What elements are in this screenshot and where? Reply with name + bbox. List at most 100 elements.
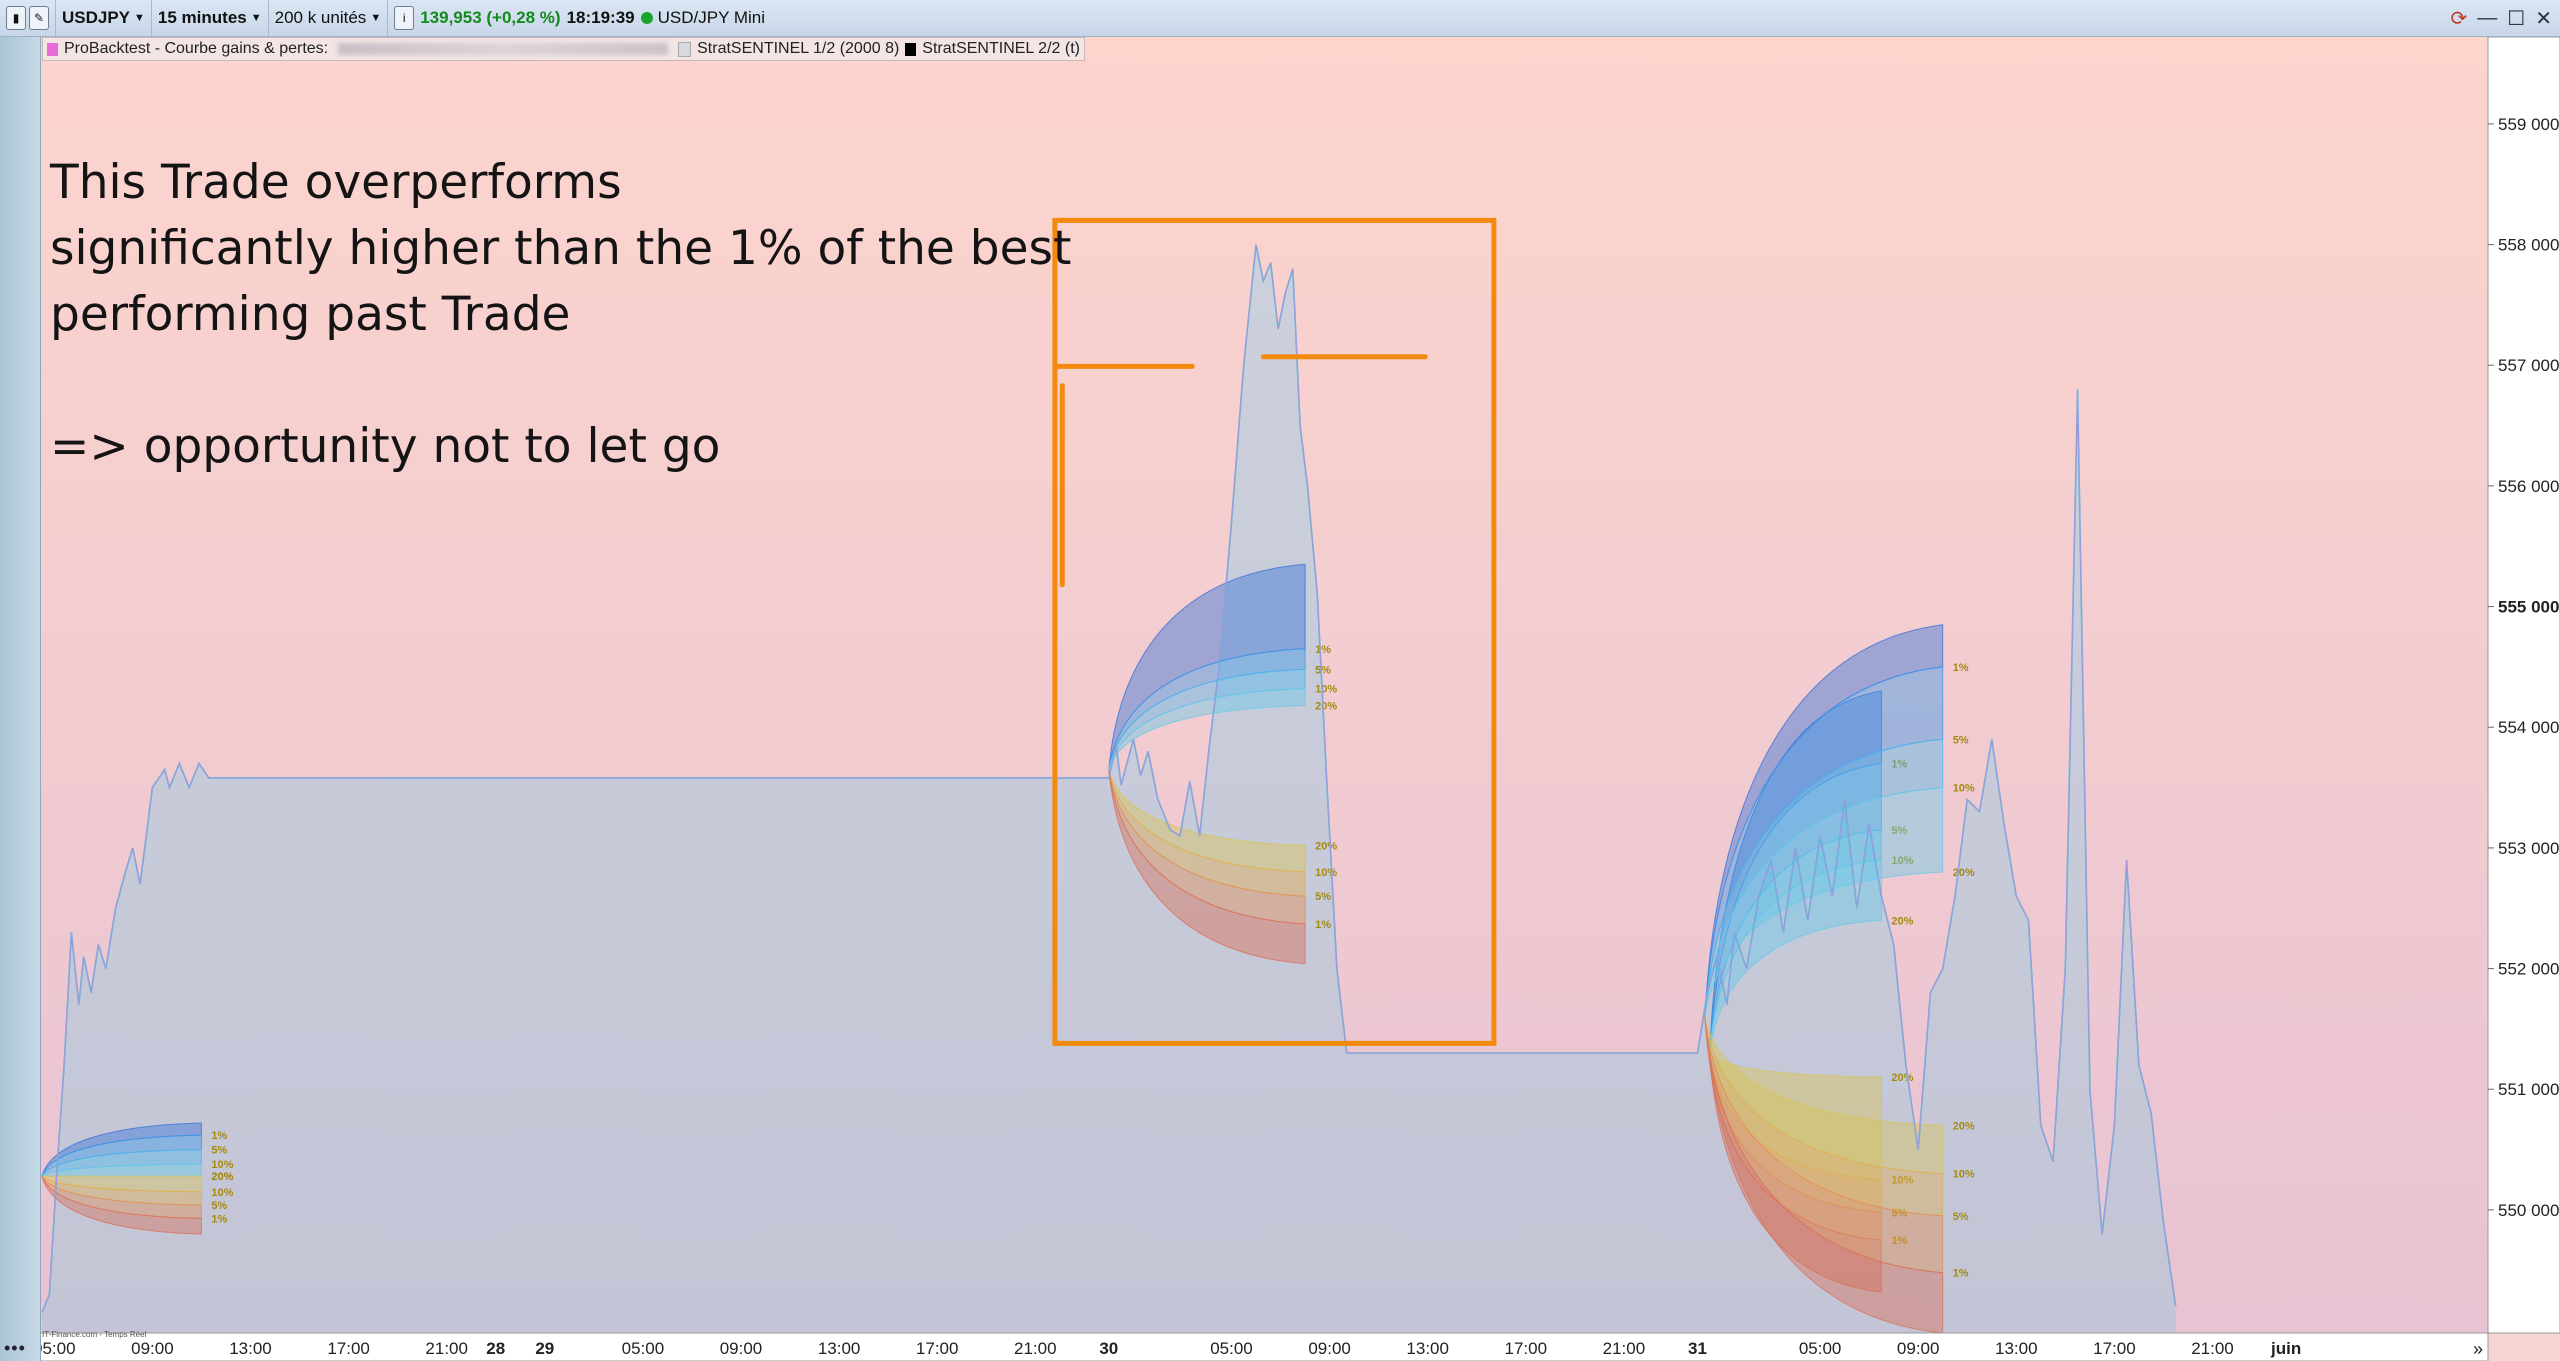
x-tick-label: 21:00 — [1014, 1339, 1057, 1358]
x-tick-label: 21:00 — [1603, 1339, 1646, 1358]
y-tick-label: 550 000 — [2498, 1201, 2559, 1220]
y-tick-label: 556 000 — [2498, 477, 2559, 496]
x-tick-label: 13:00 — [229, 1339, 272, 1358]
band-label: 10% — [1953, 783, 1975, 795]
y-tick-label: 557 000 — [2498, 356, 2559, 375]
y-tick-label: 555 000 — [2498, 598, 2559, 617]
band-label: 20% — [1891, 1072, 1913, 1084]
y-axis-panel[interactable] — [2487, 36, 2560, 1334]
maximize-button[interactable]: ☐ — [2507, 6, 2525, 31]
x-tick-label: 13:00 — [1995, 1339, 2038, 1358]
chart-legend: ProBacktest - Courbe gains & pertes: Str… — [42, 37, 1085, 61]
legend-series-2: StratSENTINEL 2/2 (t) — [922, 40, 1080, 57]
symbol-select[interactable]: USDJPY ▼ — [56, 0, 152, 36]
y-tick-label: 553 000 — [2498, 839, 2559, 858]
y-tick-label: 554 000 — [2498, 718, 2559, 737]
data-source-label: IT-Finance.com - Temps Réel — [42, 1330, 147, 1339]
band-label: 1% — [211, 1213, 227, 1225]
legend-swatch-icon — [678, 41, 692, 57]
x-tick-label: 17:00 — [1505, 1339, 1548, 1358]
annotation-line: performing past Trade — [50, 287, 571, 342]
x-tick-label: 21:00 — [425, 1339, 468, 1358]
clock-time: 18:19:39 — [566, 8, 635, 27]
band-label: 20% — [1953, 867, 1975, 879]
drawing-tools-icon[interactable]: ✎ — [29, 6, 49, 30]
legend-swatch-icon — [47, 42, 58, 56]
window-controls: ⟳ — ☐ ✕ — [2451, 0, 2552, 36]
annotation-line: => opportunity not to let go — [50, 419, 721, 474]
left-panel-strip[interactable]: • • • — [0, 37, 41, 1361]
status-dot-icon — [640, 12, 653, 24]
minimize-button[interactable]: — — [2477, 7, 2497, 30]
band-label: 5% — [1953, 734, 1969, 746]
price-change: 139,953 (+0,28 %) — [420, 8, 561, 27]
band-label: 20% — [1891, 915, 1913, 927]
x-tick-label: 09:00 — [1308, 1339, 1351, 1358]
legend-swatch-icon — [905, 42, 917, 56]
band-label: 10% — [1315, 867, 1337, 879]
band-label: 5% — [1315, 664, 1331, 676]
units-select[interactable]: 200 k unités ▼ — [269, 0, 389, 36]
quote-info: i 139,953 (+0,28 %) 18:19:39 USD/JPY Min… — [388, 0, 771, 36]
x-tick-label: 29 — [535, 1339, 554, 1358]
band-label: 5% — [1953, 1211, 1969, 1223]
band-label: 10% — [1953, 1169, 1975, 1181]
x-tick-label: 09:00 — [1897, 1339, 1940, 1358]
x-tick-label: 05:00 — [1210, 1339, 1253, 1358]
units-label: 200 k unités — [274, 8, 367, 27]
scroll-end-button[interactable]: » — [2473, 1339, 2483, 1359]
x-tick-label: 17:00 — [327, 1339, 370, 1358]
x-tick-label: 17:00 — [916, 1339, 959, 1358]
band-label: 1% — [1315, 644, 1331, 656]
x-tick-label: 09:00 — [720, 1339, 763, 1358]
band-label: 1% — [1953, 662, 1969, 674]
x-tick-label: 05:00 — [622, 1339, 665, 1358]
info-icon[interactable]: i — [394, 6, 415, 30]
band-label: 5% — [1315, 891, 1331, 903]
candles-icon[interactable]: ▮ — [6, 6, 26, 30]
y-tick-label: 552 000 — [2498, 960, 2559, 979]
annotation-line — [50, 348, 1071, 414]
band-label: 1% — [211, 1130, 227, 1142]
band-label: 5% — [211, 1145, 227, 1157]
timeframe-label: 15 minutes — [157, 8, 247, 27]
band-label: 10% — [211, 1187, 233, 1199]
x-tick-label: 17:00 — [2093, 1339, 2136, 1358]
x-tick-label: 21:00 — [2191, 1339, 2234, 1358]
y-tick-label: 551 000 — [2498, 1080, 2559, 1099]
legend-title: ProBacktest - Courbe gains & pertes: — [64, 40, 329, 57]
toolbar: ▮ ✎ USDJPY ▼ 15 minutes ▼ 200 k unités ▼ i … — [0, 0, 2560, 37]
x-tick-label: 30 — [1099, 1339, 1118, 1358]
annotation-line: This Trade overperforms — [50, 155, 622, 210]
x-tick-label: 09:00 — [131, 1339, 174, 1358]
chevron-down-icon: ▼ — [250, 12, 262, 24]
x-tick-label: 05:00 — [1799, 1339, 1842, 1358]
band-label: 10% — [1315, 684, 1337, 696]
band-label: 1% — [1953, 1268, 1969, 1280]
annotation-text: This Trade overperforms significantly hi… — [50, 150, 1071, 480]
band-label: 10% — [211, 1159, 233, 1171]
band-label: 20% — [211, 1171, 233, 1183]
chart-type-tools[interactable]: ▮ ✎ — [0, 0, 56, 36]
x-tick-label: 13:00 — [818, 1339, 861, 1358]
y-tick-label: 559 000 — [2498, 115, 2559, 134]
x-tick-label: juin — [2270, 1339, 2301, 1358]
band-label: 5% — [211, 1200, 227, 1212]
legend-series-1: StratSENTINEL 1/2 (2000 8) — [697, 40, 900, 57]
chevron-down-icon: ▼ — [134, 12, 145, 24]
band-label: 20% — [1953, 1120, 1975, 1132]
instrument-name: USD/JPY Mini — [657, 8, 766, 27]
refresh-icon[interactable]: ⟳ — [2451, 6, 2468, 31]
redacted-strategy-name — [338, 43, 669, 55]
x-tick-label: 31 — [1688, 1339, 1707, 1358]
timeframe-select[interactable]: 15 minutes ▼ — [152, 0, 269, 36]
more-options-icon[interactable]: • • • — [4, 1338, 25, 1359]
close-button[interactable]: ✕ — [2535, 6, 2552, 31]
chevron-down-icon: ▼ — [370, 12, 382, 24]
x-tick-label: 28 — [486, 1339, 505, 1358]
symbol-label: USDJPY — [62, 8, 131, 27]
band-label: 1% — [1315, 919, 1331, 931]
band-label: 20% — [1315, 841, 1337, 853]
band-label: 20% — [1315, 701, 1337, 713]
annotation-line: significantly higher than the 1% of the … — [50, 221, 1072, 276]
